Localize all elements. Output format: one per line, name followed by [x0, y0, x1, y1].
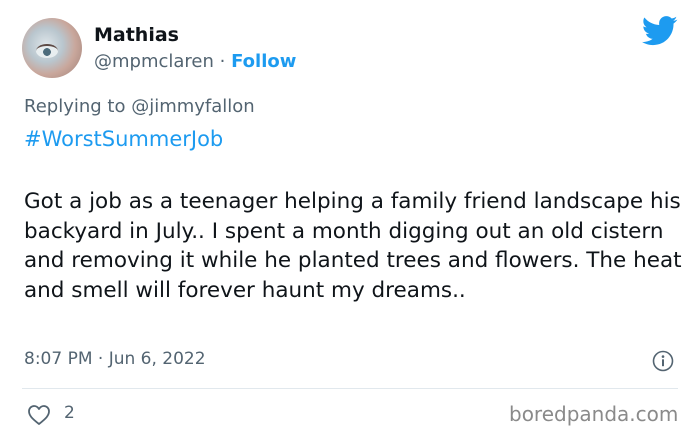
replying-to: Replying to @jimmyfallon	[24, 96, 255, 117]
reply-prefix: Replying to	[24, 96, 132, 117]
author-handle-row: @mpmclaren · Follow	[94, 51, 296, 72]
divider	[22, 388, 678, 389]
avatar[interactable]	[22, 18, 82, 78]
twitter-bird-icon[interactable]	[642, 16, 678, 46]
author-handle[interactable]: @mpmclaren	[94, 51, 214, 72]
hashtag-link[interactable]: #WorstSummerJob	[24, 127, 223, 151]
info-icon[interactable]	[652, 350, 674, 372]
reply-mention[interactable]: @jimmyfallon	[131, 96, 255, 117]
handle-separator: ·	[213, 51, 232, 72]
tweet-timestamp[interactable]: 8:07 PM · Jun 6, 2022	[24, 349, 206, 369]
follow-button[interactable]: Follow	[231, 51, 296, 72]
like-count: 2	[64, 403, 75, 423]
tweet-text: Got a job as a teenager helping a family…	[24, 189, 682, 303]
watermark: boredpanda.com	[509, 402, 679, 426]
avatar-eye	[36, 44, 58, 58]
author-name[interactable]: Mathias	[94, 24, 179, 46]
heart-icon[interactable]	[27, 404, 51, 426]
